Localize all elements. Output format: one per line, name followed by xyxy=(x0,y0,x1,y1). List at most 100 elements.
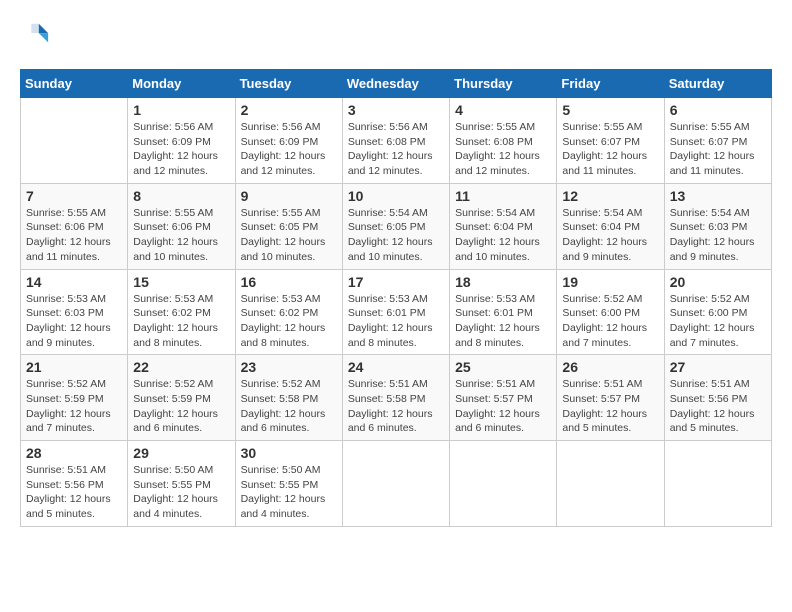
logo xyxy=(20,20,50,53)
day-info: Sunrise: 5:55 AM Sunset: 6:05 PM Dayligh… xyxy=(241,206,337,265)
weekday-header-thursday: Thursday xyxy=(450,70,557,98)
day-info: Sunrise: 5:52 AM Sunset: 5:58 PM Dayligh… xyxy=(241,377,337,436)
calendar-cell xyxy=(21,98,128,184)
day-info: Sunrise: 5:51 AM Sunset: 5:56 PM Dayligh… xyxy=(670,377,766,436)
week-row-2: 7 Sunrise: 5:55 AM Sunset: 6:06 PM Daylig… xyxy=(21,183,772,269)
day-info: Sunrise: 5:53 AM Sunset: 6:01 PM Dayligh… xyxy=(348,292,444,351)
day-number: 25 xyxy=(455,359,551,375)
day-number: 22 xyxy=(133,359,229,375)
calendar-cell: 11 Sunrise: 5:54 AM Sunset: 6:04 PM Dayli… xyxy=(450,183,557,269)
day-number: 4 xyxy=(455,102,551,118)
day-number: 2 xyxy=(241,102,337,118)
week-row-5: 28 Sunrise: 5:51 AM Sunset: 5:56 PM Dayli… xyxy=(21,441,772,527)
day-info: Sunrise: 5:52 AM Sunset: 5:59 PM Dayligh… xyxy=(133,377,229,436)
calendar-cell xyxy=(557,441,664,527)
day-info: Sunrise: 5:53 AM Sunset: 6:03 PM Dayligh… xyxy=(26,292,122,351)
weekday-header-tuesday: Tuesday xyxy=(235,70,342,98)
calendar-cell xyxy=(664,441,771,527)
weekday-header-monday: Monday xyxy=(128,70,235,98)
calendar-cell: 21 Sunrise: 5:52 AM Sunset: 5:59 PM Dayli… xyxy=(21,355,128,441)
day-number: 10 xyxy=(348,188,444,204)
day-number: 19 xyxy=(562,274,658,290)
day-number: 7 xyxy=(26,188,122,204)
calendar-cell: 22 Sunrise: 5:52 AM Sunset: 5:59 PM Dayli… xyxy=(128,355,235,441)
day-info: Sunrise: 5:55 AM Sunset: 6:06 PM Dayligh… xyxy=(133,206,229,265)
day-number: 3 xyxy=(348,102,444,118)
day-number: 18 xyxy=(455,274,551,290)
day-number: 9 xyxy=(241,188,337,204)
day-number: 6 xyxy=(670,102,766,118)
calendar-cell: 18 Sunrise: 5:53 AM Sunset: 6:01 PM Dayli… xyxy=(450,269,557,355)
day-info: Sunrise: 5:54 AM Sunset: 6:04 PM Dayligh… xyxy=(455,206,551,265)
day-number: 26 xyxy=(562,359,658,375)
weekday-header-wednesday: Wednesday xyxy=(342,70,449,98)
day-info: Sunrise: 5:50 AM Sunset: 5:55 PM Dayligh… xyxy=(241,463,337,522)
day-number: 29 xyxy=(133,445,229,461)
day-number: 1 xyxy=(133,102,229,118)
day-number: 28 xyxy=(26,445,122,461)
calendar-cell: 17Sunrise: 5:53 AM Sunset: 6:01 PM Dayli… xyxy=(342,269,449,355)
calendar-cell: 1 Sunrise: 5:56 AM Sunset: 6:09 PM Daylig… xyxy=(128,98,235,184)
calendar-cell: 13 Sunrise: 5:54 AM Sunset: 6:03 PM Dayli… xyxy=(664,183,771,269)
calendar-cell: 27Sunrise: 5:51 AM Sunset: 5:56 PM Dayli… xyxy=(664,355,771,441)
day-info: Sunrise: 5:51 AM Sunset: 5:56 PM Dayligh… xyxy=(26,463,122,522)
calendar-cell: 10 Sunrise: 5:54 AM Sunset: 6:05 PM Dayli… xyxy=(342,183,449,269)
calendar-cell: 24 Sunrise: 5:51 AM Sunset: 5:58 PM Dayli… xyxy=(342,355,449,441)
day-number: 30 xyxy=(241,445,337,461)
day-number: 5 xyxy=(562,102,658,118)
day-info: Sunrise: 5:56 AM Sunset: 6:08 PM Dayligh… xyxy=(348,120,444,179)
day-info: Sunrise: 5:54 AM Sunset: 6:03 PM Dayligh… xyxy=(670,206,766,265)
day-info: Sunrise: 5:51 AM Sunset: 5:58 PM Dayligh… xyxy=(348,377,444,436)
calendar-cell: 23Sunrise: 5:52 AM Sunset: 5:58 PM Dayli… xyxy=(235,355,342,441)
day-number: 24 xyxy=(348,359,444,375)
calendar-cell: 26 Sunrise: 5:51 AM Sunset: 5:57 PM Dayli… xyxy=(557,355,664,441)
day-info: Sunrise: 5:51 AM Sunset: 5:57 PM Dayligh… xyxy=(562,377,658,436)
calendar-cell: 14 Sunrise: 5:53 AM Sunset: 6:03 PM Dayli… xyxy=(21,269,128,355)
day-info: Sunrise: 5:55 AM Sunset: 6:07 PM Dayligh… xyxy=(562,120,658,179)
day-info: Sunrise: 5:56 AM Sunset: 6:09 PM Dayligh… xyxy=(241,120,337,179)
calendar-cell: 30 Sunrise: 5:50 AM Sunset: 5:55 PM Dayli… xyxy=(235,441,342,527)
calendar-cell: 5 Sunrise: 5:55 AM Sunset: 6:07 PM Daylig… xyxy=(557,98,664,184)
calendar-cell: 9 Sunrise: 5:55 AM Sunset: 6:05 PM Daylig… xyxy=(235,183,342,269)
day-info: Sunrise: 5:55 AM Sunset: 6:07 PM Dayligh… xyxy=(670,120,766,179)
day-number: 20 xyxy=(670,274,766,290)
calendar-cell: 3 Sunrise: 5:56 AM Sunset: 6:08 PM Daylig… xyxy=(342,98,449,184)
calendar-header-row: SundayMondayTuesdayWednesdayThursdayFrid… xyxy=(21,70,772,98)
page-header xyxy=(20,20,772,53)
calendar-cell: 28 Sunrise: 5:51 AM Sunset: 5:56 PM Dayli… xyxy=(21,441,128,527)
day-info: Sunrise: 5:55 AM Sunset: 6:08 PM Dayligh… xyxy=(455,120,551,179)
week-row-1: 1 Sunrise: 5:56 AM Sunset: 6:09 PM Daylig… xyxy=(21,98,772,184)
calendar-cell: 15Sunrise: 5:53 AM Sunset: 6:02 PM Dayli… xyxy=(128,269,235,355)
day-number: 21 xyxy=(26,359,122,375)
day-info: Sunrise: 5:51 AM Sunset: 5:57 PM Dayligh… xyxy=(455,377,551,436)
day-number: 13 xyxy=(670,188,766,204)
day-number: 8 xyxy=(133,188,229,204)
calendar-cell: 20Sunrise: 5:52 AM Sunset: 6:00 PM Dayli… xyxy=(664,269,771,355)
day-info: Sunrise: 5:54 AM Sunset: 6:05 PM Dayligh… xyxy=(348,206,444,265)
calendar-cell: 4 Sunrise: 5:55 AM Sunset: 6:08 PM Daylig… xyxy=(450,98,557,184)
weekday-header-saturday: Saturday xyxy=(664,70,771,98)
day-info: Sunrise: 5:56 AM Sunset: 6:09 PM Dayligh… xyxy=(133,120,229,179)
calendar-cell: 25 Sunrise: 5:51 AM Sunset: 5:57 PM Dayli… xyxy=(450,355,557,441)
day-number: 11 xyxy=(455,188,551,204)
week-row-3: 14 Sunrise: 5:53 AM Sunset: 6:03 PM Dayli… xyxy=(21,269,772,355)
day-info: Sunrise: 5:52 AM Sunset: 5:59 PM Dayligh… xyxy=(26,377,122,436)
week-row-4: 21 Sunrise: 5:52 AM Sunset: 5:59 PM Dayli… xyxy=(21,355,772,441)
weekday-header-friday: Friday xyxy=(557,70,664,98)
calendar-cell xyxy=(450,441,557,527)
calendar-cell: 8 Sunrise: 5:55 AM Sunset: 6:06 PM Daylig… xyxy=(128,183,235,269)
day-info: Sunrise: 5:53 AM Sunset: 6:02 PM Dayligh… xyxy=(133,292,229,351)
day-number: 14 xyxy=(26,274,122,290)
day-number: 16 xyxy=(241,274,337,290)
calendar-cell: 16 Sunrise: 5:53 AM Sunset: 6:02 PM Dayli… xyxy=(235,269,342,355)
logo-icon xyxy=(22,20,50,48)
day-info: Sunrise: 5:52 AM Sunset: 6:00 PM Dayligh… xyxy=(562,292,658,351)
calendar-cell: 6 Sunrise: 5:55 AM Sunset: 6:07 PM Daylig… xyxy=(664,98,771,184)
calendar-cell: 2 Sunrise: 5:56 AM Sunset: 6:09 PM Daylig… xyxy=(235,98,342,184)
day-info: Sunrise: 5:53 AM Sunset: 6:01 PM Dayligh… xyxy=(455,292,551,351)
day-info: Sunrise: 5:50 AM Sunset: 5:55 PM Dayligh… xyxy=(133,463,229,522)
day-info: Sunrise: 5:53 AM Sunset: 6:02 PM Dayligh… xyxy=(241,292,337,351)
day-info: Sunrise: 5:55 AM Sunset: 6:06 PM Dayligh… xyxy=(26,206,122,265)
calendar-cell: 29 Sunrise: 5:50 AM Sunset: 5:55 PM Dayli… xyxy=(128,441,235,527)
calendar-cell: 19 Sunrise: 5:52 AM Sunset: 6:00 PM Dayli… xyxy=(557,269,664,355)
